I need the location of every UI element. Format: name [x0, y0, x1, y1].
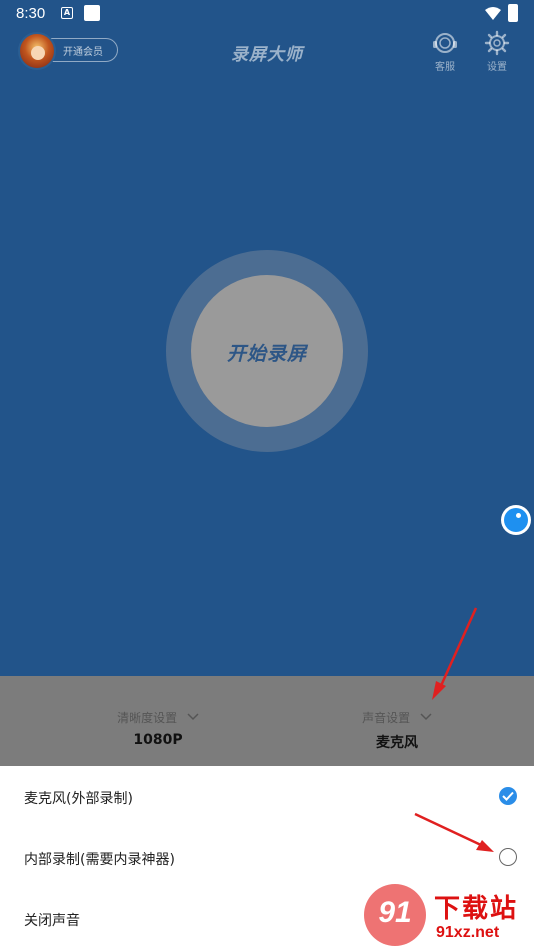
chevron-down-icon	[187, 713, 199, 721]
notification-a-icon: A	[61, 7, 73, 19]
watermark-logo-text: 91	[378, 896, 412, 929]
status-bar: 8:30 A	[0, 0, 534, 28]
watermark-text: 下载站	[434, 894, 519, 924]
radio-checked-icon[interactable]	[499, 787, 517, 805]
status-time: 8:30	[16, 5, 46, 22]
audio-title: 声音设置	[362, 711, 411, 725]
settings-label: 设置	[487, 62, 507, 73]
watermark: 91 下载站 91xz.net	[360, 880, 534, 950]
notification-square-icon	[84, 5, 100, 21]
audio-option-microphone[interactable]: 麦克风(外部录制)	[0, 766, 534, 826]
support-label: 客服	[435, 62, 455, 73]
quality-title: 清晰度设置	[117, 711, 178, 725]
option-label: 内部录制(需要内录神器)	[24, 852, 175, 868]
radio-unchecked-icon[interactable]	[499, 848, 517, 866]
audio-setting[interactable]: 声音设置 麦克风	[307, 709, 487, 752]
wifi-icon	[485, 7, 501, 20]
quality-value: 1080P	[133, 732, 183, 748]
watermark-url: 91xz.net	[436, 924, 500, 941]
gear-icon	[484, 30, 510, 56]
headset-icon	[433, 33, 457, 53]
settings-button[interactable]: 设置	[479, 30, 515, 73]
chevron-down-icon	[420, 713, 432, 721]
floating-ball-button[interactable]	[501, 505, 531, 535]
support-button[interactable]: 客服	[427, 30, 463, 73]
option-label: 麦克风(外部录制)	[24, 791, 133, 807]
quality-setting[interactable]: 清晰度设置 1080P	[68, 709, 248, 748]
start-record-label: 开始录屏	[226, 343, 307, 365]
battery-icon	[508, 4, 518, 22]
settings-bar: 清晰度设置 1080P 声音设置 麦克风	[0, 676, 534, 766]
option-label: 关闭声音	[24, 913, 80, 929]
audio-value: 麦克风	[376, 735, 418, 751]
audio-option-internal[interactable]: 内部录制(需要内录神器)	[0, 827, 534, 887]
